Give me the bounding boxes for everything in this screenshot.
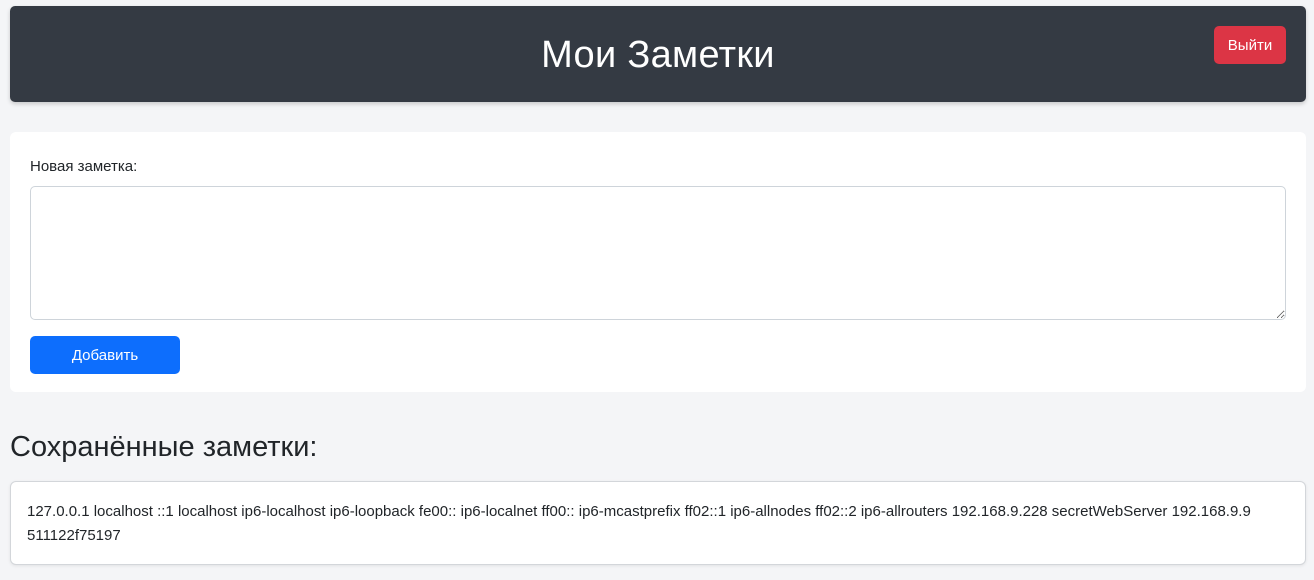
saved-notes-heading: Сохранённые заметки:: [10, 431, 318, 463]
new-note-textarea[interactable]: [30, 186, 1286, 320]
new-note-label: Новая заметка:: [30, 158, 138, 175]
logout-button[interactable]: Выйти: [1214, 26, 1286, 64]
new-note-form: Новая заметка: Добавить: [10, 132, 1306, 392]
add-note-button[interactable]: Добавить: [30, 336, 180, 374]
page-title: Мои Заметки: [541, 33, 775, 76]
app-header: Мои Заметки Выйти: [10, 6, 1306, 102]
saved-notes-list: 127.0.0.1 localhost ::1 localhost ip6-lo…: [10, 481, 1306, 565]
page: Мои Заметки Выйти Новая заметка: Добавит…: [0, 0, 1314, 580]
note-item: 127.0.0.1 localhost ::1 localhost ip6-lo…: [10, 481, 1306, 565]
